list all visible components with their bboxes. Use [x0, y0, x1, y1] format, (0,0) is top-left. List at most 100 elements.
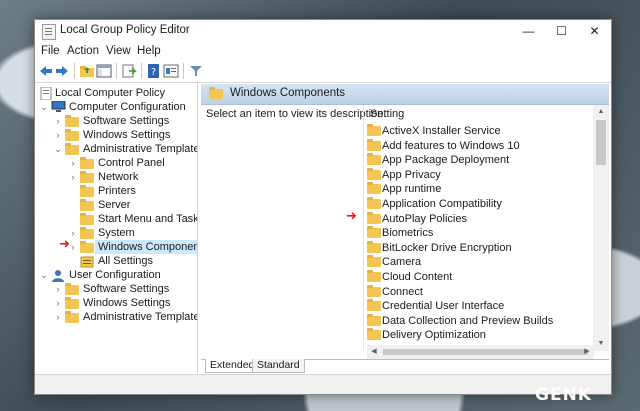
toolbar: ?: [35, 60, 611, 83]
scroll-left-icon[interactable]: ◀: [367, 345, 381, 359]
folder-icon: [367, 211, 381, 224]
tree-label: Computer Configuration: [69, 101, 186, 113]
chevron-right-icon[interactable]: ›: [68, 171, 78, 183]
folder-icon: [65, 311, 79, 324]
folder-icon: [65, 283, 79, 296]
menu-help[interactable]: Help: [137, 45, 161, 57]
chevron-right-icon[interactable]: ›: [53, 283, 63, 295]
folder-icon: [367, 328, 381, 341]
tree-label: System: [98, 227, 135, 239]
folder-icon: [80, 157, 94, 170]
properties-icon[interactable]: [163, 63, 179, 79]
tree-label: Start Menu and Taskbar: [98, 213, 197, 225]
tree-label: Network: [98, 171, 139, 183]
chevron-right-icon[interactable]: ›: [53, 129, 63, 141]
vertical-scroll-thumb[interactable]: [596, 120, 606, 165]
tree-label: Printers: [98, 185, 136, 197]
tree-label: Software Settings: [83, 283, 170, 295]
toolbar-separator: [141, 63, 142, 79]
details-header: Windows Components: [201, 84, 609, 105]
column-header-setting[interactable]: Setting: [370, 108, 404, 120]
tree-label: User Configuration: [69, 269, 161, 281]
tree-label: Administrative Templates: [83, 311, 198, 323]
folder-icon: [65, 129, 79, 142]
folder-icon: [367, 197, 381, 209]
details-pane: Windows Components Select an item to vie…: [201, 83, 611, 374]
folder-icon: [80, 199, 94, 212]
folder-icon: [65, 115, 79, 128]
menu-file[interactable]: File: [41, 45, 60, 57]
gpedit-window: Local Group Policy Editor — ☐ ✕ File Act…: [34, 19, 612, 395]
filter-icon[interactable]: [188, 63, 204, 79]
svg-text:?: ?: [151, 67, 156, 78]
view-tabs: Extended Standard: [201, 359, 609, 374]
up-folder-icon[interactable]: [79, 63, 95, 79]
tree-label: Control Panel: [98, 157, 165, 169]
folder-icon: [80, 171, 94, 184]
gpedit-app-icon: [42, 24, 56, 40]
tree-label: Software Settings: [83, 115, 170, 127]
folder-icon: [65, 143, 79, 156]
folder-icon: [367, 270, 381, 282]
folder-icon: [367, 313, 381, 326]
close-button[interactable]: ✕: [578, 20, 611, 43]
scroll-down-icon[interactable]: ▼: [593, 337, 609, 351]
folder-icon: [367, 284, 381, 297]
horizontal-scroll-thumb[interactable]: [383, 349, 588, 355]
folder-icon: [367, 138, 381, 151]
scroll-right-icon[interactable]: ▶: [580, 345, 594, 359]
chevron-right-icon[interactable]: ›: [53, 311, 63, 323]
tree-label: Windows Settings: [83, 297, 171, 309]
scroll-up-icon[interactable]: ▲: [593, 105, 609, 119]
menu-view[interactable]: View: [106, 45, 131, 57]
tree-label: Server: [98, 199, 131, 211]
folder-icon: [367, 182, 381, 195]
watermark-logo: GENK: [535, 385, 592, 405]
title-bar[interactable]: Local Group Policy Editor — ☐ ✕: [35, 20, 611, 43]
window-title: Local Group Policy Editor: [60, 24, 190, 36]
vertical-scrollbar[interactable]: ▲ ▼: [593, 105, 609, 351]
folder-icon: [367, 226, 381, 239]
chevron-down-icon[interactable]: ⌄: [39, 101, 49, 113]
back-arrow-icon[interactable]: [38, 63, 54, 79]
forward-arrow-icon[interactable]: [54, 63, 70, 79]
chevron-right-icon[interactable]: ›: [68, 157, 78, 169]
red-arrow-annotation: ➜: [346, 208, 357, 223]
toolbar-separator: [183, 63, 184, 79]
help-icon[interactable]: ?: [146, 63, 162, 79]
tree-label: Windows Components: [95, 240, 197, 254]
description-text: Select an item to view its description.: [206, 108, 387, 120]
chevron-right-icon[interactable]: ›: [53, 297, 63, 309]
folder-icon: [367, 124, 381, 136]
show-hide-console-tree-icon[interactable]: [96, 63, 112, 79]
maximize-button[interactable]: ☐: [545, 20, 578, 43]
folder-icon: [65, 297, 79, 310]
toolbar-separator: [116, 63, 117, 79]
main-content: Local Computer Policy ⌄ Computer Configu…: [35, 83, 611, 374]
menu-bar: File Action View Help: [35, 43, 611, 60]
export-list-icon[interactable]: [121, 63, 137, 79]
chevron-down-icon[interactable]: ⌄: [53, 143, 63, 155]
folder-icon: [209, 87, 223, 99]
toolbar-separator: [74, 63, 75, 79]
chevron-down-icon[interactable]: ⌄: [39, 269, 49, 281]
column-divider: [363, 105, 364, 351]
folder-icon: [367, 153, 381, 166]
computer-icon: [51, 100, 66, 116]
tree-label: All Settings: [98, 255, 154, 267]
tree-label: Administrative Templates: [83, 143, 198, 155]
folder-icon: [367, 167, 381, 180]
chevron-right-icon[interactable]: ›: [53, 115, 63, 127]
folder-icon: [80, 185, 94, 198]
status-bar: [35, 374, 611, 394]
folder-icon: [80, 213, 94, 226]
folder-icon: [367, 255, 381, 268]
horizontal-scrollbar[interactable]: ◀ ▶: [367, 345, 594, 359]
folder-icon: [367, 240, 381, 253]
tab-standard[interactable]: Standard: [252, 359, 305, 373]
details-header-title: Windows Components: [230, 87, 346, 99]
console-tree: Local Computer Policy ⌄ Computer Configu…: [36, 83, 198, 373]
minimize-button[interactable]: —: [512, 20, 545, 43]
folder-icon: [367, 299, 381, 312]
menu-action[interactable]: Action: [67, 45, 99, 57]
